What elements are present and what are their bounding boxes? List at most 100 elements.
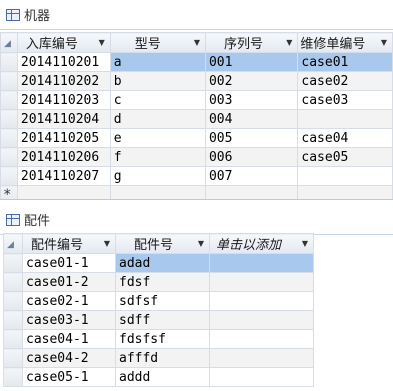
row-selector[interactable] — [0, 166, 18, 186]
cell-model[interactable]: e — [109, 128, 206, 148]
cell-part-id[interactable]: case03-1 — [22, 310, 116, 330]
cell-part-number[interactable]: fdsf — [115, 272, 210, 292]
cell-repair-order[interactable]: case03 — [297, 90, 393, 110]
table-row[interactable]: 2014110207 g 007 — [0, 166, 393, 186]
row-selector[interactable] — [0, 71, 18, 91]
cell-click-to-add[interactable] — [209, 310, 314, 330]
row-selector[interactable] — [3, 253, 23, 273]
cell-serial[interactable]: 003 — [204, 90, 299, 110]
cell-part-number[interactable]: sdfsf — [115, 291, 210, 311]
table-row[interactable]: case01-1 adad — [3, 253, 314, 273]
select-all-corner[interactable]: ◢ — [3, 233, 23, 254]
cell-serial[interactable]: 001 — [204, 52, 299, 72]
cell-repair-order[interactable]: case04 — [297, 128, 393, 148]
cell-intake-number[interactable]: 2014110204 — [16, 109, 111, 129]
cell-intake-number[interactable]: 2014110202 — [16, 71, 111, 91]
cell-part-id[interactable]: case04-1 — [22, 329, 116, 349]
dropdown-arrow-icon[interactable]: ▼ — [286, 38, 292, 47]
cell-part-number[interactable]: afffd — [115, 348, 210, 368]
cell-repair-order[interactable]: case01 — [297, 52, 393, 72]
cell-click-to-add[interactable] — [209, 253, 314, 273]
new-cell-model[interactable] — [109, 185, 206, 199]
row-selector[interactable] — [3, 367, 23, 387]
column-header-part-number[interactable]: 配件号 ▼ — [115, 233, 210, 254]
cell-part-id[interactable]: case05-1 — [22, 367, 116, 387]
dropdown-arrow-icon[interactable]: ▼ — [198, 239, 204, 248]
cell-model[interactable]: b — [109, 71, 206, 91]
cell-part-number[interactable]: sdff — [115, 310, 210, 330]
row-selector[interactable] — [3, 272, 23, 292]
cell-model[interactable]: a — [109, 52, 206, 72]
table-row[interactable]: 2014110206 f 006 case05 — [0, 147, 393, 167]
select-all-corner[interactable]: ◢ — [0, 32, 18, 53]
cell-intake-number[interactable]: 2014110201 — [16, 52, 111, 72]
cell-click-to-add[interactable] — [209, 348, 314, 368]
table-row[interactable]: case02-1 sdfsf — [3, 291, 314, 311]
cell-part-id[interactable]: case01-2 — [22, 272, 116, 292]
dropdown-arrow-icon[interactable]: ▼ — [99, 38, 105, 47]
cell-click-to-add[interactable] — [209, 291, 314, 311]
row-selector[interactable] — [3, 348, 23, 368]
new-record-selector[interactable]: * — [0, 185, 18, 199]
table-row[interactable]: case04-1 fdsfsf — [3, 329, 314, 349]
cell-serial[interactable]: 002 — [204, 71, 299, 91]
cell-part-number[interactable]: addd — [115, 367, 210, 387]
table-row[interactable]: 2014110202 b 002 case02 — [0, 71, 393, 91]
table-row[interactable]: 2014110204 d 004 — [0, 109, 393, 129]
row-selector[interactable] — [3, 329, 23, 349]
parts-table-tab[interactable]: 配件 — [0, 205, 393, 235]
cell-click-to-add[interactable] — [209, 329, 314, 349]
row-selector[interactable] — [3, 291, 23, 311]
cell-model[interactable]: f — [109, 147, 206, 167]
cell-serial[interactable]: 007 — [204, 166, 299, 186]
cell-repair-order[interactable]: case05 — [297, 147, 393, 167]
table-row[interactable]: case03-1 sdff — [3, 310, 314, 330]
cell-model[interactable]: d — [109, 109, 206, 129]
table-row[interactable]: case05-1 addd — [3, 367, 314, 387]
dropdown-arrow-icon[interactable]: ▼ — [194, 38, 200, 47]
column-header-part-id[interactable]: 配件编号 ▼ — [22, 233, 116, 254]
dropdown-arrow-icon[interactable]: ▼ — [104, 239, 110, 248]
cell-model[interactable]: c — [109, 90, 206, 110]
cell-repair-order[interactable] — [297, 109, 393, 129]
cell-repair-order[interactable] — [297, 166, 393, 186]
column-header-intake-number[interactable]: 入库编号 ▼ — [16, 32, 111, 53]
new-cell-serial[interactable] — [204, 185, 299, 199]
table-row[interactable]: 2014110203 c 003 case03 — [0, 90, 393, 110]
table-row[interactable]: 2014110205 e 005 case04 — [0, 128, 393, 148]
cell-model[interactable]: g — [109, 166, 206, 186]
new-cell-intake-number[interactable] — [16, 185, 111, 199]
row-selector[interactable] — [0, 109, 18, 129]
cell-click-to-add[interactable] — [209, 272, 314, 292]
new-record-row[interactable]: * — [0, 185, 393, 199]
table-row[interactable]: case01-2 fdsf — [3, 272, 314, 292]
cell-serial[interactable]: 004 — [204, 109, 299, 129]
machine-table-tab[interactable]: 机器 — [0, 0, 393, 30]
cell-part-number[interactable]: fdsfsf — [115, 329, 210, 349]
column-header-repair-order[interactable]: 维修单编号 ▼ — [297, 32, 393, 53]
table-row[interactable]: case04-2 afffd — [3, 348, 314, 368]
column-header-serial[interactable]: 序列号 ▼ — [204, 32, 299, 53]
cell-intake-number[interactable]: 2014110205 — [16, 128, 111, 148]
cell-part-number[interactable]: adad — [115, 253, 210, 273]
row-selector[interactable] — [3, 310, 23, 330]
row-selector[interactable] — [0, 52, 18, 72]
cell-serial[interactable]: 005 — [204, 128, 299, 148]
cell-serial[interactable]: 006 — [204, 147, 299, 167]
cell-part-id[interactable]: case02-1 — [22, 291, 116, 311]
row-selector[interactable] — [0, 90, 18, 110]
table-row[interactable]: 2014110201 a 001 case01 — [0, 52, 393, 72]
cell-intake-number[interactable]: 2014110206 — [16, 147, 111, 167]
cell-intake-number[interactable]: 2014110203 — [16, 90, 111, 110]
column-header-click-to-add[interactable]: 单击以添加 ▼ — [209, 233, 314, 254]
dropdown-arrow-icon[interactable]: ▼ — [381, 38, 387, 47]
row-selector[interactable] — [0, 128, 18, 148]
cell-click-to-add[interactable] — [209, 367, 314, 387]
cell-part-id[interactable]: case01-1 — [22, 253, 116, 273]
cell-part-id[interactable]: case04-2 — [22, 348, 116, 368]
dropdown-arrow-icon[interactable]: ▼ — [302, 239, 308, 248]
cell-intake-number[interactable]: 2014110207 — [16, 166, 111, 186]
cell-repair-order[interactable]: case02 — [297, 71, 393, 91]
row-selector[interactable] — [0, 147, 18, 167]
new-cell-repair-order[interactable] — [297, 185, 393, 199]
